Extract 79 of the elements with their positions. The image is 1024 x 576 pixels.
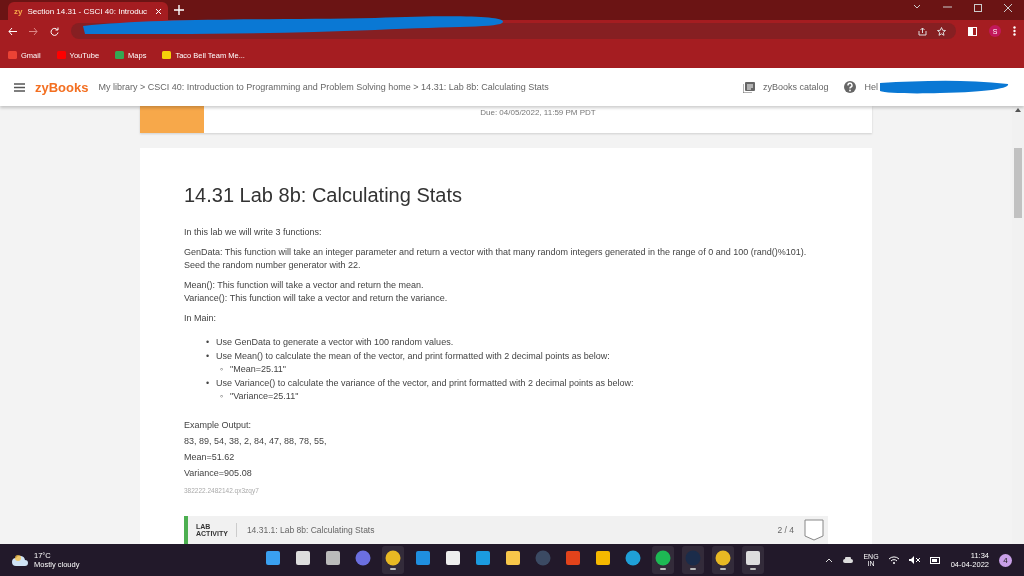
breadcrumb: My library > CSCI 40: Introduction to Programming and Problem Solving home > 14.31: Lab 8b: Calculating Stats <box>98 82 549 92</box>
forward-icon[interactable] <box>29 26 38 36</box>
app-icon <box>595 550 611 566</box>
share-icon[interactable] <box>918 26 927 36</box>
cloud-icon[interactable] <box>843 557 854 563</box>
badge-icon <box>804 519 824 541</box>
due-date: Due: 04/05/2022, 11:59 PM PDT <box>480 108 596 117</box>
minimize-icon[interactable] <box>943 4 952 10</box>
main-label: In Main: <box>184 312 217 325</box>
app-icon <box>475 550 491 566</box>
taskbar-button[interactable] <box>382 546 404 574</box>
close-icon[interactable] <box>1004 4 1012 12</box>
bullet-text: "Mean=25.11" <box>230 364 286 374</box>
app-icon <box>625 550 641 566</box>
sidebar-icon[interactable] <box>968 26 977 36</box>
app-icon <box>655 550 671 566</box>
back-icon[interactable] <box>8 26 17 36</box>
lab-activity-title: 14.31.1: Lab 8b: Calculating Stats <box>246 525 375 535</box>
bullet-marker: • <box>206 336 211 349</box>
bullet-text: "Variance=25.11" <box>230 391 299 401</box>
app-icon <box>685 550 701 566</box>
progress-count: 2 / 4 <box>777 525 794 535</box>
maximize-icon[interactable] <box>974 4 982 12</box>
app-icon <box>715 550 731 566</box>
wifi-icon[interactable] <box>888 556 899 564</box>
bullet-marker: • <box>206 376 211 390</box>
bookmark-icon <box>8 51 17 59</box>
scrollbar-thumb[interactable] <box>1014 148 1022 218</box>
tab-favicon: zy <box>14 6 23 16</box>
catalog-link[interactable]: zyBooks catalog <box>762 82 829 92</box>
app-icon <box>295 550 311 566</box>
app-icon <box>745 550 761 566</box>
muted-speaker-icon[interactable] <box>908 556 920 564</box>
app-icon <box>565 550 581 566</box>
section-title: 14.31 Lab 8b: Calculating Stats <box>184 184 463 207</box>
app-icon <box>445 550 461 566</box>
example-output-line: Variance=905.08 <box>184 466 253 480</box>
app-icon <box>385 550 401 566</box>
app-icon <box>325 550 341 566</box>
cloud-icon <box>12 554 28 566</box>
reload-icon[interactable] <box>50 26 59 36</box>
app-icon <box>415 550 431 566</box>
menu-icon[interactable] <box>14 82 25 92</box>
help-link[interactable]: Hel <box>864 82 878 92</box>
bullet-marker: ◦ <box>220 390 225 403</box>
app-icon <box>355 550 371 566</box>
chevron-down-icon[interactable] <box>913 4 921 10</box>
browser-tab[interactable]: zy Section 14.31 - CSCI 40: Introduc <box>8 2 168 20</box>
example-output-line: Mean=51.62 <box>184 450 236 464</box>
paragraph: GenData: This function will take an integer parameter and return a vector with that many random integers generated in the range of 0 and 100 (rand()%101). Seed the random number generator with 22. <box>184 246 808 272</box>
example-output-line: Example Output: <box>184 418 253 432</box>
bookmark-icon <box>115 51 125 59</box>
plus-icon[interactable] <box>174 5 184 15</box>
bookmark-icon <box>162 51 172 59</box>
app-icon <box>265 550 281 566</box>
app-icon <box>505 550 521 566</box>
tab-title: Section 14.31 - CSCI 40: Introduc <box>27 6 148 16</box>
function-description: Mean(): This function will take a vector and return the mean. <box>184 279 424 292</box>
example-output-line: 83, 89, 54, 38, 2, 84, 47, 88, 78, 55, <box>184 434 328 448</box>
more-icon[interactable] <box>1013 26 1016 36</box>
app-icon <box>535 550 551 566</box>
function-description: Variance(): This function will take a vector and return the variance. <box>184 292 448 305</box>
bullet-marker: • <box>206 349 211 363</box>
star-icon[interactable] <box>937 26 946 36</box>
chevron-up-icon[interactable] <box>825 557 834 563</box>
taskbar-button[interactable] <box>742 546 764 574</box>
notification-count[interactable]: 4 <box>999 553 1012 567</box>
help-icon[interactable] <box>844 81 857 93</box>
scroll-up-icon[interactable] <box>1015 108 1021 112</box>
book-list-icon <box>742 81 755 93</box>
card-banner <box>140 106 204 133</box>
bullet-text: Use Variance() to calculate the variance of the vector, and print formatted with 2 decimal points as below: <box>216 377 634 388</box>
battery-icon[interactable] <box>929 556 941 564</box>
bullet-marker: ◦ <box>220 363 225 376</box>
paragraph: In this lab we will write 3 functions: <box>184 226 323 239</box>
bullet-text: Use Mean() to calculate the mean of the vector, and print formatted with 2 decimal points as below: <box>216 350 610 361</box>
taskbar-button[interactable] <box>712 546 734 574</box>
bullet-text: Use GenData to generate a vector with 100 random values. <box>216 337 454 347</box>
bookmark-icon <box>56 51 66 59</box>
